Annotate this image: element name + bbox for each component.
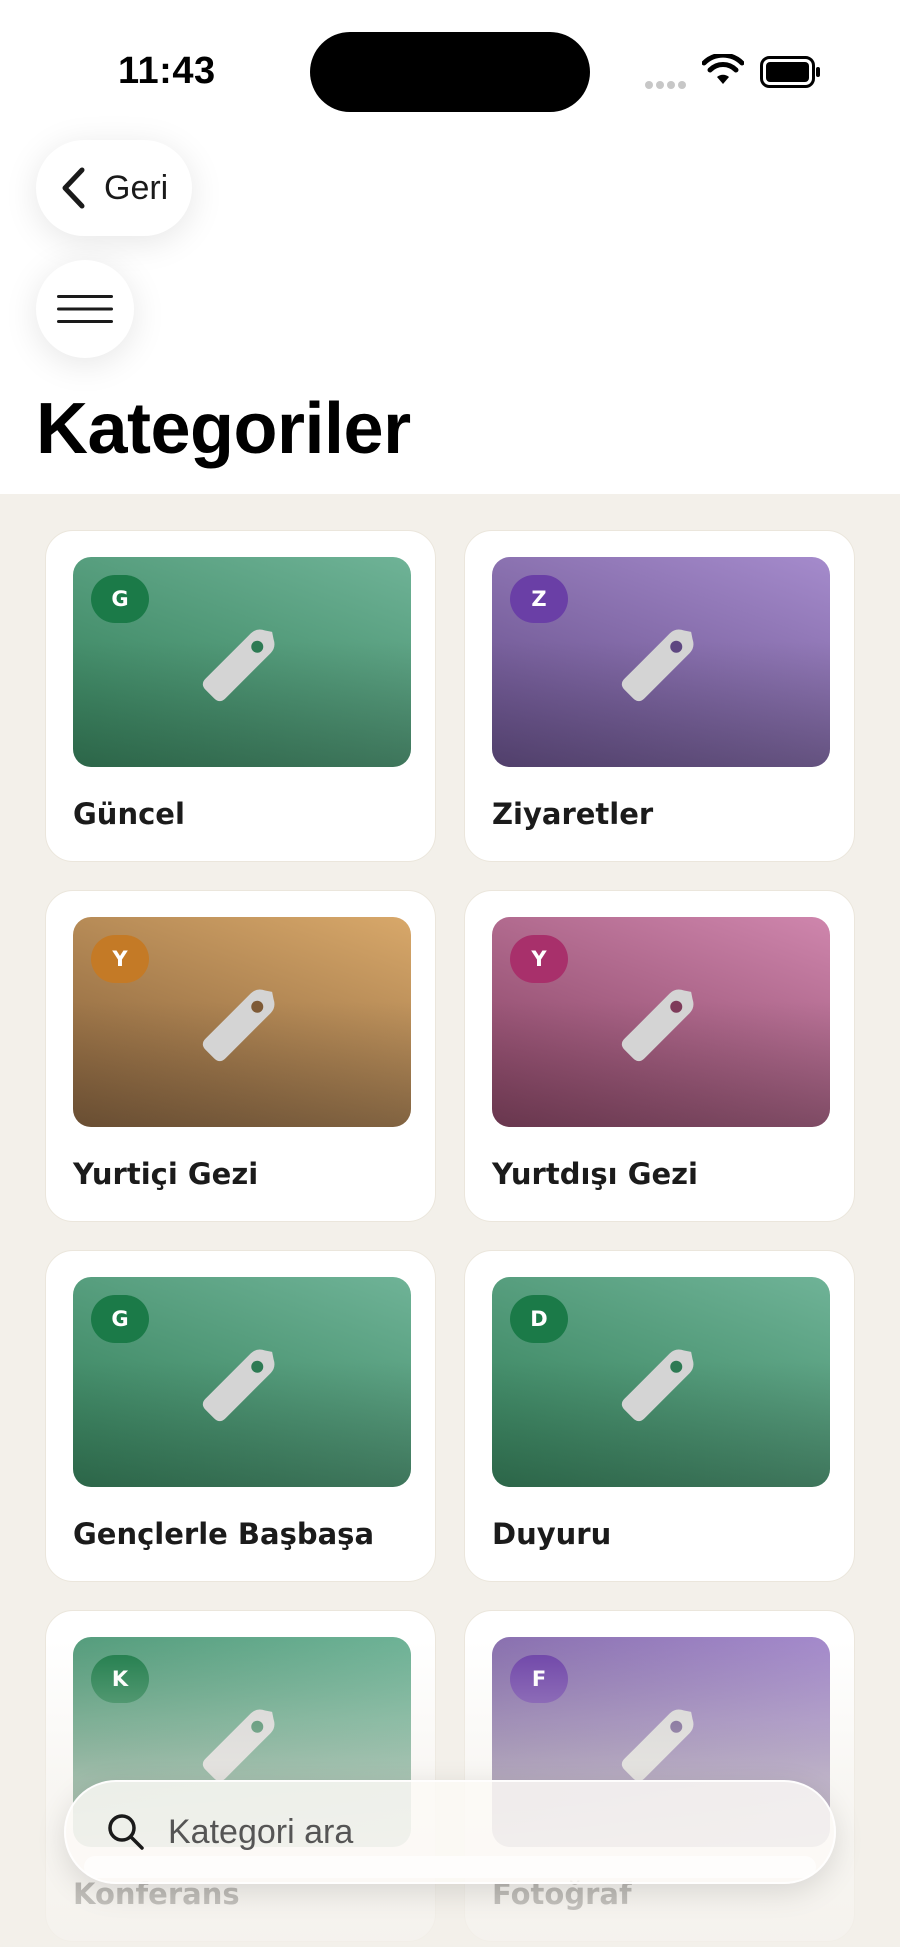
category-grid: G Güncel Z Ziyaretler Y Yurtiçi Gezi Y Yurtdışı…	[45, 530, 855, 1942]
status-time: 11:43	[118, 50, 216, 92]
category-card[interactable]: D Duyuru	[464, 1250, 855, 1582]
tag-icon	[621, 1709, 694, 1782]
cellular-signal-icon	[645, 74, 691, 90]
category-letter-badge: Y	[510, 935, 568, 983]
category-letter-badge: K	[91, 1655, 149, 1703]
tag-icon	[202, 629, 275, 702]
category-card[interactable]: F Fotoğraf	[464, 1610, 855, 1942]
dynamic-island	[310, 32, 590, 112]
category-title: Ziyaretler	[492, 797, 654, 831]
tag-icon	[621, 1349, 694, 1422]
tag-icon	[621, 629, 694, 702]
tag-icon	[202, 1349, 275, 1422]
battery-icon	[760, 56, 822, 92]
search-icon	[108, 1814, 144, 1850]
category-image: Y	[73, 917, 411, 1127]
category-card[interactable]: Z Ziyaretler	[464, 530, 855, 862]
tag-icon	[621, 989, 694, 1062]
category-card[interactable]: G Güncel	[45, 530, 436, 862]
wifi-icon	[701, 52, 745, 90]
category-card[interactable]: Y Yurtiçi Gezi	[45, 890, 436, 1222]
chevron-left-icon	[62, 167, 85, 209]
category-letter-badge: G	[91, 1295, 149, 1343]
category-title: Yurtdışı Gezi	[492, 1157, 698, 1191]
category-title: Güncel	[73, 797, 185, 831]
category-letter-badge: F	[510, 1655, 568, 1703]
menu-button[interactable]	[36, 260, 134, 358]
category-letter-badge: Z	[510, 575, 568, 623]
category-image: Y	[492, 917, 830, 1127]
tag-icon	[202, 989, 275, 1062]
category-card[interactable]: K Konferans	[45, 1610, 436, 1942]
category-image: G	[73, 557, 411, 767]
category-grid-area: G Güncel Z Ziyaretler Y Yurtiçi Gezi Y Yurtdışı…	[0, 494, 900, 1947]
category-letter-badge: Y	[91, 935, 149, 983]
category-image: Z	[492, 557, 830, 767]
category-title: Gençlerle Başbaşa	[73, 1517, 375, 1551]
back-label: Geri	[104, 168, 169, 207]
tag-icon	[202, 1709, 275, 1782]
category-letter-badge: D	[510, 1295, 568, 1343]
hamburger-menu-icon	[57, 295, 113, 323]
status-bar: 11:43	[0, 0, 900, 140]
page-title: Kategoriler	[36, 389, 411, 469]
category-card[interactable]: G Gençlerle Başbaşa	[45, 1250, 436, 1582]
back-button[interactable]: Geri	[36, 140, 192, 236]
category-title: Duyuru	[492, 1517, 612, 1551]
category-image: D	[492, 1277, 830, 1487]
category-title: Yurtiçi Gezi	[73, 1157, 259, 1191]
search-bar-highlight	[84, 1856, 816, 1878]
category-letter-badge: G	[91, 575, 149, 623]
search-input[interactable]	[168, 1812, 728, 1852]
category-image: G	[73, 1277, 411, 1487]
category-card[interactable]: Y Yurtdışı Gezi	[464, 890, 855, 1222]
